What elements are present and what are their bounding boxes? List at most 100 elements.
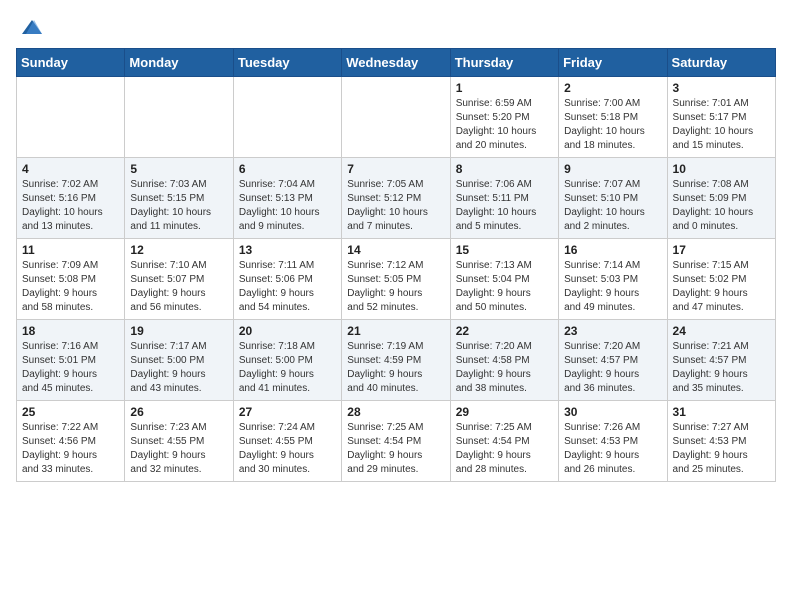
- calendar-week-row: 11 Sunrise: 7:09 AM Sunset: 5:08 PM Dayli…: [17, 239, 776, 320]
- empty-cell: [233, 77, 341, 158]
- day-number: 10: [673, 162, 770, 176]
- calendar-day-cell: 19 Sunrise: 7:17 AM Sunset: 5:00 PM Dayli…: [125, 320, 233, 401]
- calendar-day-cell: 9 Sunrise: 7:07 AM Sunset: 5:10 PM Daylig…: [559, 158, 667, 239]
- day-number: 21: [347, 324, 444, 338]
- day-info: Sunrise: 7:08 AM Sunset: 5:09 PM Dayligh…: [673, 178, 770, 234]
- calendar-day-cell: 20 Sunrise: 7:18 AM Sunset: 5:00 PM Dayli…: [233, 320, 341, 401]
- calendar-day-cell: 8 Sunrise: 7:06 AM Sunset: 5:11 PM Daylig…: [450, 158, 558, 239]
- day-number: 4: [22, 162, 119, 176]
- weekday-header-friday: Friday: [559, 49, 667, 77]
- day-info: Sunrise: 7:15 AM Sunset: 5:02 PM Dayligh…: [673, 259, 770, 315]
- day-number: 2: [564, 81, 661, 95]
- calendar-week-row: 18 Sunrise: 7:16 AM Sunset: 5:01 PM Dayli…: [17, 320, 776, 401]
- weekday-header-monday: Monday: [125, 49, 233, 77]
- day-info: Sunrise: 7:25 AM Sunset: 4:54 PM Dayligh…: [347, 421, 444, 477]
- calendar-day-cell: 31 Sunrise: 7:27 AM Sunset: 4:53 PM Dayli…: [667, 401, 775, 482]
- calendar-week-row: 4 Sunrise: 7:02 AM Sunset: 5:16 PM Daylig…: [17, 158, 776, 239]
- weekday-header-row: SundayMondayTuesdayWednesdayThursdayFrid…: [17, 49, 776, 77]
- day-info: Sunrise: 7:17 AM Sunset: 5:00 PM Dayligh…: [130, 340, 227, 396]
- day-info: Sunrise: 7:20 AM Sunset: 4:58 PM Dayligh…: [456, 340, 553, 396]
- day-info: Sunrise: 6:59 AM Sunset: 5:20 PM Dayligh…: [456, 97, 553, 153]
- calendar-day-cell: 15 Sunrise: 7:13 AM Sunset: 5:04 PM Dayli…: [450, 239, 558, 320]
- calendar-day-cell: 2 Sunrise: 7:00 AM Sunset: 5:18 PM Daylig…: [559, 77, 667, 158]
- day-info: Sunrise: 7:07 AM Sunset: 5:10 PM Dayligh…: [564, 178, 661, 234]
- day-number: 28: [347, 405, 444, 419]
- calendar-day-cell: 14Sunrise: 7:12 AM Sunset: 5:05 PM Dayli…: [342, 239, 450, 320]
- day-info: Sunrise: 7:23 AM Sunset: 4:55 PM Dayligh…: [130, 421, 227, 477]
- day-info: Sunrise: 7:21 AM Sunset: 4:57 PM Dayligh…: [673, 340, 770, 396]
- day-number: 31: [673, 405, 770, 419]
- calendar-day-cell: 7 Sunrise: 7:05 AM Sunset: 5:12 PM Daylig…: [342, 158, 450, 239]
- day-number: 18: [22, 324, 119, 338]
- calendar-day-cell: 11 Sunrise: 7:09 AM Sunset: 5:08 PM Dayli…: [17, 239, 125, 320]
- day-info: Sunrise: 7:22 AM Sunset: 4:56 PM Dayligh…: [22, 421, 119, 477]
- page-header: [16, 16, 776, 40]
- calendar-day-cell: 22Sunrise: 7:20 AM Sunset: 4:58 PM Dayli…: [450, 320, 558, 401]
- day-info: Sunrise: 7:11 AM Sunset: 5:06 PM Dayligh…: [239, 259, 336, 315]
- calendar-week-row: 25 Sunrise: 7:22 AM Sunset: 4:56 PM Dayli…: [17, 401, 776, 482]
- calendar-day-cell: 28 Sunrise: 7:25 AM Sunset: 4:54 PM Dayli…: [342, 401, 450, 482]
- calendar-day-cell: 4 Sunrise: 7:02 AM Sunset: 5:16 PM Daylig…: [17, 158, 125, 239]
- day-number: 16: [564, 243, 661, 257]
- day-number: 19: [130, 324, 227, 338]
- day-info: Sunrise: 7:25 AM Sunset: 4:54 PM Dayligh…: [456, 421, 553, 477]
- calendar-table: SundayMondayTuesdayWednesdayThursdayFrid…: [16, 48, 776, 482]
- calendar-day-cell: 17Sunrise: 7:15 AM Sunset: 5:02 PM Dayli…: [667, 239, 775, 320]
- day-number: 27: [239, 405, 336, 419]
- day-number: 26: [130, 405, 227, 419]
- calendar-day-cell: 6 Sunrise: 7:04 AM Sunset: 5:13 PM Daylig…: [233, 158, 341, 239]
- day-number: 30: [564, 405, 661, 419]
- day-number: 29: [456, 405, 553, 419]
- day-number: 13: [239, 243, 336, 257]
- day-number: 12: [130, 243, 227, 257]
- day-info: Sunrise: 7:00 AM Sunset: 5:18 PM Dayligh…: [564, 97, 661, 153]
- day-info: Sunrise: 7:06 AM Sunset: 5:11 PM Dayligh…: [456, 178, 553, 234]
- day-info: Sunrise: 7:13 AM Sunset: 5:04 PM Dayligh…: [456, 259, 553, 315]
- day-info: Sunrise: 7:20 AM Sunset: 4:57 PM Dayligh…: [564, 340, 661, 396]
- day-info: Sunrise: 7:09 AM Sunset: 5:08 PM Dayligh…: [22, 259, 119, 315]
- day-info: Sunrise: 7:26 AM Sunset: 4:53 PM Dayligh…: [564, 421, 661, 477]
- day-info: Sunrise: 7:18 AM Sunset: 5:00 PM Dayligh…: [239, 340, 336, 396]
- day-number: 14: [347, 243, 444, 257]
- day-number: 20: [239, 324, 336, 338]
- day-number: 7: [347, 162, 444, 176]
- calendar-day-cell: 23 Sunrise: 7:20 AM Sunset: 4:57 PM Dayli…: [559, 320, 667, 401]
- calendar-day-cell: 1 Sunrise: 6:59 AM Sunset: 5:20 PM Daylig…: [450, 77, 558, 158]
- day-info: Sunrise: 7:01 AM Sunset: 5:17 PM Dayligh…: [673, 97, 770, 153]
- day-number: 5: [130, 162, 227, 176]
- day-number: 11: [22, 243, 119, 257]
- logo-icon: [20, 16, 44, 40]
- day-info: Sunrise: 7:27 AM Sunset: 4:53 PM Dayligh…: [673, 421, 770, 477]
- calendar-day-cell: 29 Sunrise: 7:25 AM Sunset: 4:54 PM Dayli…: [450, 401, 558, 482]
- calendar-day-cell: 30 Sunrise: 7:26 AM Sunset: 4:53 PM Dayli…: [559, 401, 667, 482]
- calendar-day-cell: 16 Sunrise: 7:14 AM Sunset: 5:03 PM Dayli…: [559, 239, 667, 320]
- calendar-day-cell: 27Sunrise: 7:24 AM Sunset: 4:55 PM Dayli…: [233, 401, 341, 482]
- weekday-header-thursday: Thursday: [450, 49, 558, 77]
- day-info: Sunrise: 7:14 AM Sunset: 5:03 PM Dayligh…: [564, 259, 661, 315]
- weekday-header-tuesday: Tuesday: [233, 49, 341, 77]
- day-number: 23: [564, 324, 661, 338]
- weekday-header-saturday: Saturday: [667, 49, 775, 77]
- day-number: 8: [456, 162, 553, 176]
- calendar-day-cell: 13 Sunrise: 7:11 AM Sunset: 5:06 PM Dayli…: [233, 239, 341, 320]
- day-info: Sunrise: 7:02 AM Sunset: 5:16 PM Dayligh…: [22, 178, 119, 234]
- calendar-day-cell: 10 Sunrise: 7:08 AM Sunset: 5:09 PM Dayli…: [667, 158, 775, 239]
- day-number: 9: [564, 162, 661, 176]
- day-number: 15: [456, 243, 553, 257]
- calendar-day-cell: 12 Sunrise: 7:10 AM Sunset: 5:07 PM Dayli…: [125, 239, 233, 320]
- day-info: Sunrise: 7:19 AM Sunset: 4:59 PM Dayligh…: [347, 340, 444, 396]
- weekday-header-wednesday: Wednesday: [342, 49, 450, 77]
- day-info: Sunrise: 7:04 AM Sunset: 5:13 PM Dayligh…: [239, 178, 336, 234]
- empty-cell: [342, 77, 450, 158]
- day-number: 25: [22, 405, 119, 419]
- day-number: 6: [239, 162, 336, 176]
- day-number: 1: [456, 81, 553, 95]
- calendar-day-cell: 3Sunrise: 7:01 AM Sunset: 5:17 PM Daylig…: [667, 77, 775, 158]
- calendar-day-cell: 26 Sunrise: 7:23 AM Sunset: 4:55 PM Dayli…: [125, 401, 233, 482]
- day-info: Sunrise: 7:10 AM Sunset: 5:07 PM Dayligh…: [130, 259, 227, 315]
- logo: [16, 16, 44, 40]
- empty-cell: [17, 77, 125, 158]
- day-info: Sunrise: 7:05 AM Sunset: 5:12 PM Dayligh…: [347, 178, 444, 234]
- day-info: Sunrise: 7:16 AM Sunset: 5:01 PM Dayligh…: [22, 340, 119, 396]
- calendar-day-cell: 21 Sunrise: 7:19 AM Sunset: 4:59 PM Dayli…: [342, 320, 450, 401]
